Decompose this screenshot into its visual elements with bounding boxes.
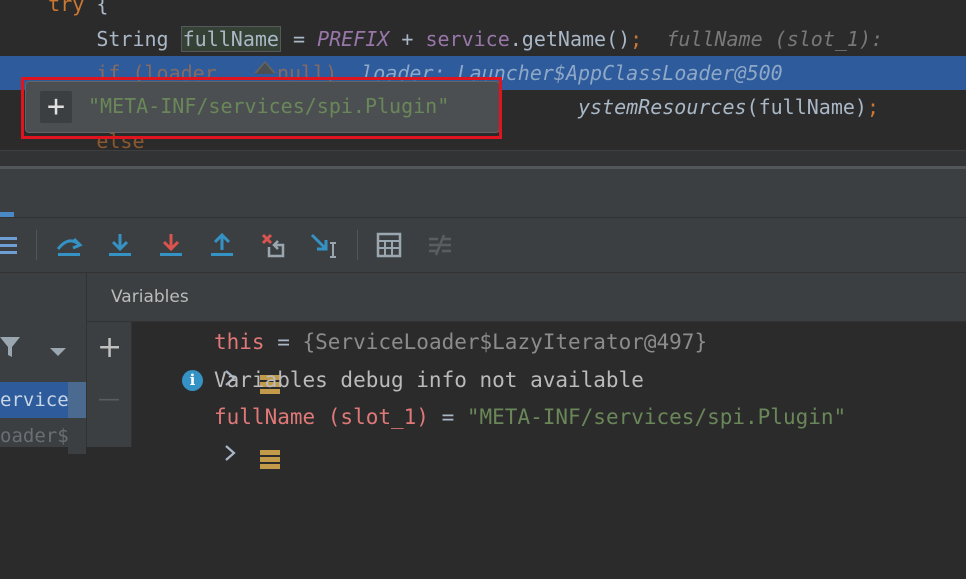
step-out-icon[interactable]: [205, 228, 239, 262]
variable-row-info: i Variables debug info not available: [132, 362, 966, 398]
debug-info-message: Variables debug info not available: [214, 368, 644, 392]
run-to-cursor-icon[interactable]: [307, 228, 341, 262]
variable-value: {ServiceLoader$LazyIterator@497}: [302, 330, 708, 354]
step-into-icon[interactable]: [154, 228, 188, 262]
variables-side-toolbar: + —: [87, 322, 132, 447]
frame-item[interactable]: oader$L: [0, 418, 86, 454]
info-icon: i: [182, 370, 203, 391]
step-over-icon[interactable]: [103, 228, 137, 262]
variable-fullname[interactable]: fullName: [180, 26, 281, 52]
variables-tree: this = {ServiceLoader$LazyIterator@497} …: [132, 322, 966, 469]
debug-tab-bar: [0, 169, 966, 218]
variable-name: fullName (slot_1): [214, 405, 429, 429]
keyword-try: try: [48, 0, 85, 16]
drop-frame-icon[interactable]: [256, 228, 290, 262]
show-execution-point-icon[interactable]: [52, 228, 86, 262]
constant-prefix: PREFIX: [317, 27, 390, 51]
field-icon: [184, 408, 280, 469]
variable-value: "META-INF/services/spi.Plugin": [466, 405, 847, 429]
evaluate-expression-icon[interactable]: [372, 228, 406, 262]
field-icon: [184, 333, 280, 394]
chevron-down-icon[interactable]: [48, 343, 68, 362]
variables-header: Variables: [87, 273, 966, 322]
inline-value-hint: fullName (slot_1):: [666, 27, 884, 51]
frames-panel: erviceL oader$L: [0, 273, 87, 454]
layout-menu-icon[interactable]: [0, 228, 24, 262]
frame-item-selected[interactable]: erviceL: [0, 382, 86, 418]
variable-name: this: [214, 330, 265, 354]
type-string: String: [96, 27, 169, 51]
field-service: service: [425, 27, 510, 51]
debugger-toolbar: [0, 218, 966, 273]
code-line-try: try {: [0, 0, 966, 21]
active-tab-indicator: [0, 212, 14, 217]
variable-row-this[interactable]: this = {ServiceLoader$LazyIterator@497}: [132, 324, 966, 394]
remove-watch-button[interactable]: —: [97, 388, 121, 412]
trace-stream-icon[interactable]: [423, 228, 457, 262]
variables-title: Variables: [111, 287, 189, 307]
editor-bottom-strip: [0, 150, 966, 167]
code-line-fullname: String fullName = PREFIX + service.getNa…: [96, 26, 884, 52]
highlight-annotation-frame: [21, 77, 502, 139]
popup-pointer-inner: [256, 63, 274, 74]
add-watch-button[interactable]: +: [97, 333, 122, 363]
variable-row-fullname[interactable]: fullName (slot_1) = "META-INF/services/s…: [132, 399, 966, 469]
filter-icon[interactable]: [0, 335, 22, 363]
